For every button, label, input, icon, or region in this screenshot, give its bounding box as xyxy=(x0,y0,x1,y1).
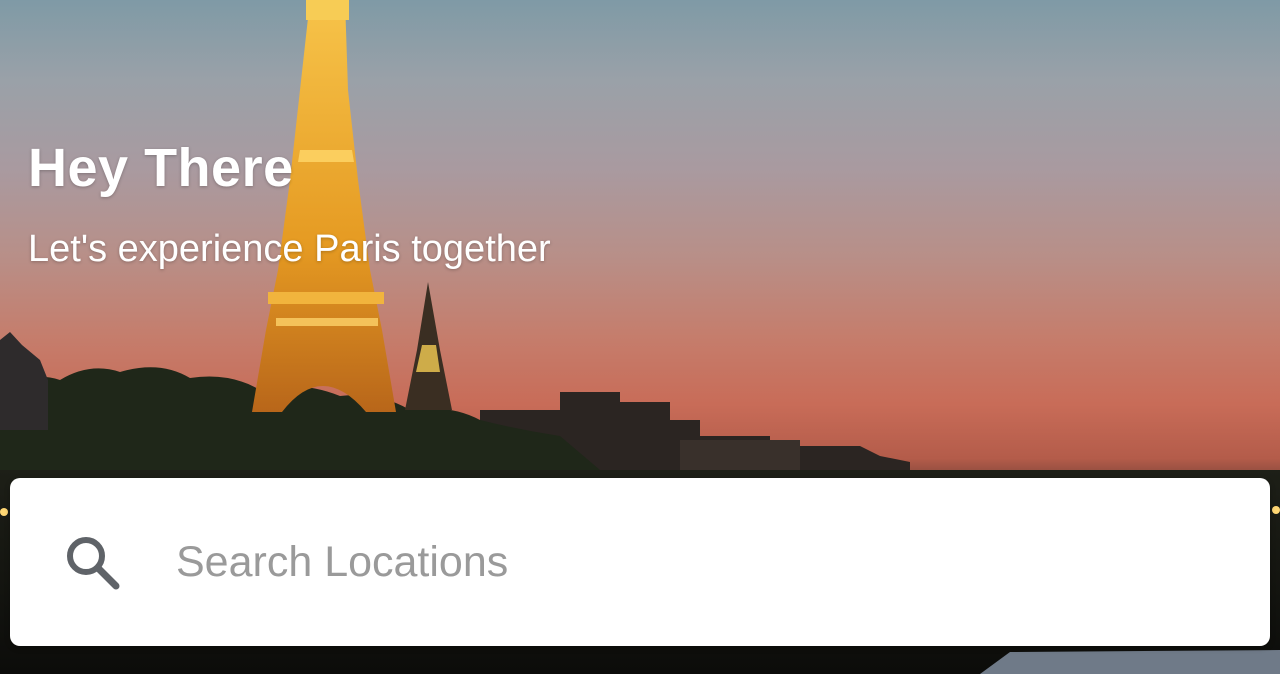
search-icon[interactable] xyxy=(60,530,124,594)
hero-text-block: Hey There Let's experience Paris togethe… xyxy=(28,136,551,272)
search-bar[interactable] xyxy=(10,478,1270,646)
home-screen: Hey There Let's experience Paris togethe… xyxy=(0,0,1280,674)
hero-subtitle: Let's experience Paris together xyxy=(28,228,551,270)
search-input[interactable] xyxy=(174,521,1178,603)
hero-title: Hey There xyxy=(28,138,294,198)
